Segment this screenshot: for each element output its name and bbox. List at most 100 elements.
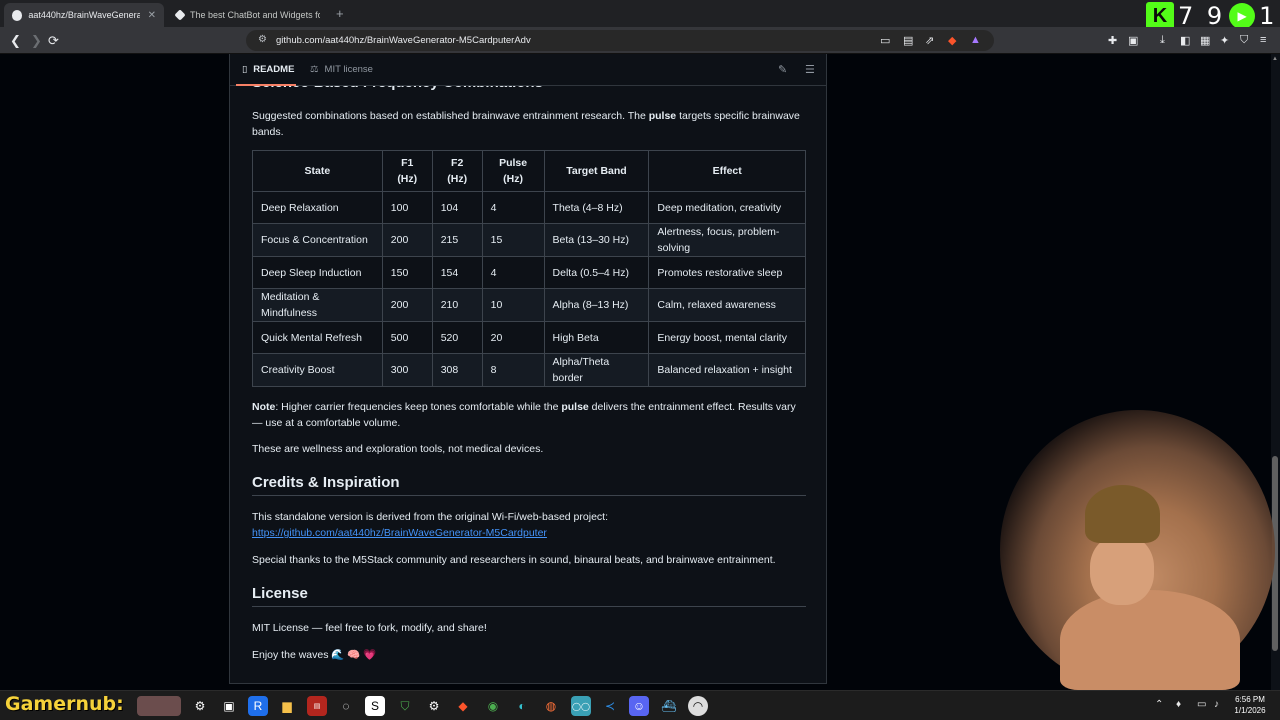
cell-f1: 300 xyxy=(381,353,433,387)
outline-list-icon[interactable]: ☰ xyxy=(805,63,815,76)
license-paragraph: MIT License — feel free to fork, modify,… xyxy=(252,622,487,634)
edit-pencil-icon[interactable]: ✎ xyxy=(778,63,787,76)
app-icon[interactable]: ◠ xyxy=(688,696,708,716)
disclaimer-paragraph: These are wellness and exploration tools… xyxy=(252,443,544,455)
note-text: : Higher carrier frequencies keep tones … xyxy=(275,401,562,413)
cell-f2: 520 xyxy=(431,321,483,354)
table-row: Meditation & Mindfulness 200 210 10 Alph… xyxy=(252,288,806,322)
browser-toolbar: ❮ ❯ ⟳ ☐ ⚙ github.com/aat440hz/BrainWaveG… xyxy=(0,27,1280,54)
app-icon[interactable]: ▣ xyxy=(219,696,239,716)
cell-f1: 100 xyxy=(381,191,433,224)
sidebar-icon[interactable]: ◧ xyxy=(1180,34,1190,47)
edge-icon[interactable]: ◐ xyxy=(512,696,532,716)
steam-icon[interactable]: ⛴ xyxy=(659,696,679,716)
reader-icon[interactable]: ▤ xyxy=(903,34,913,47)
column-header: Effect xyxy=(648,150,806,192)
cell-band: Alpha (8–13 Hz) xyxy=(543,288,650,322)
scroll-up-arrow-icon[interactable]: ▲ xyxy=(1272,56,1278,62)
close-icon[interactable]: ✕ xyxy=(148,10,156,21)
credits-heading: Credits & Inspiration xyxy=(252,474,806,496)
cell-f1: 500 xyxy=(381,321,433,354)
cell-f1: 150 xyxy=(381,256,433,289)
cell-band: High Beta xyxy=(543,321,650,354)
download-icon[interactable]: ⤓ xyxy=(1160,34,1165,47)
reload-icon[interactable]: ⟳ xyxy=(48,33,59,49)
webcam-person-face xyxy=(1090,535,1154,605)
brave-rewards-icon[interactable]: ▲ xyxy=(970,34,981,46)
vpn-icon[interactable]: ⛉ xyxy=(1240,34,1248,47)
tab-chatbot[interactable]: The best ChatBot and Widgets for Ki xyxy=(168,3,328,27)
cast-icon[interactable]: ▭ xyxy=(880,34,890,47)
webcam-person-hat xyxy=(1085,485,1160,543)
back-icon[interactable]: ❮ xyxy=(10,33,21,49)
cell-state: Quick Mental Refresh xyxy=(252,321,383,354)
page-scrollbar[interactable]: ▲ xyxy=(1271,54,1280,690)
menu-icon[interactable]: ≡ xyxy=(1260,34,1266,46)
tab-readme[interactable]: ▯ README xyxy=(242,64,294,75)
note-bold: pulse xyxy=(561,401,589,413)
cell-band: Theta (4–8 Hz) xyxy=(543,191,650,224)
forward-icon[interactable]: ❯ xyxy=(31,33,42,49)
app-icon[interactable]: ◯◯ xyxy=(571,696,591,716)
brave-shield-icon[interactable]: ◆ xyxy=(948,34,956,47)
cell-effect: Balanced relaxation + insight xyxy=(648,353,806,387)
scale-icon: ⚖ xyxy=(310,64,319,75)
screenshot-icon[interactable]: ▣ xyxy=(1128,34,1138,47)
extensions-icon[interactable]: ✚ xyxy=(1108,34,1117,47)
wallet-icon[interactable]: ▦ xyxy=(1200,34,1210,47)
cell-state: Meditation & Mindfulness xyxy=(252,288,383,322)
volume-icon[interactable]: ♪ xyxy=(1214,699,1219,710)
share-icon[interactable]: ⇗ xyxy=(925,34,934,47)
tab-github-repo[interactable]: aat440hz/BrainWaveGenerator-M ✕ xyxy=(4,3,164,27)
tray-chevron-icon[interactable]: ⌃ xyxy=(1155,699,1163,710)
url-text: github.com/aat440hz/BrainWaveGenerator-M… xyxy=(276,35,531,46)
kick-logo-icon: K xyxy=(1146,2,1174,30)
chrome-icon[interactable]: ◉ xyxy=(483,696,503,716)
credits-text: This standalone version is derived from … xyxy=(252,511,608,523)
leo-icon[interactable]: ✦ xyxy=(1220,34,1229,47)
table-row: Deep Relaxation 100 104 4 Theta (4–8 Hz)… xyxy=(252,191,806,224)
cell-f1: 200 xyxy=(381,223,433,257)
system-clock[interactable]: 6:56 PM 1/1/2026 xyxy=(1225,694,1275,716)
app-icon[interactable]: ⛉ xyxy=(395,696,415,716)
tab-license[interactable]: ⚖ MIT license xyxy=(310,64,373,75)
new-tab-button[interactable]: + xyxy=(336,6,344,21)
table-row: Deep Sleep Induction 150 154 4 Delta (0.… xyxy=(252,256,806,289)
tab-license-label: MIT license xyxy=(324,64,373,75)
microphone-icon[interactable]: ♦ xyxy=(1176,699,1181,710)
discord-icon[interactable]: ☺ xyxy=(629,696,649,716)
column-header: State xyxy=(252,150,383,192)
cell-band: Delta (0.5–4 Hz) xyxy=(543,256,650,289)
column-header: F1 (Hz) xyxy=(381,150,433,192)
cell-f2: 154 xyxy=(431,256,483,289)
app-icon[interactable]: S xyxy=(365,696,385,716)
cell-state: Deep Relaxation xyxy=(252,191,383,224)
file-explorer-icon[interactable]: ▆ xyxy=(277,696,297,716)
streamer-name: Gamernub: xyxy=(5,693,124,715)
brave-icon[interactable]: ◆ xyxy=(453,696,473,716)
app-icon[interactable]: ⚙ xyxy=(190,696,210,716)
credits-paragraph: This standalone version is derived from … xyxy=(252,509,806,541)
column-header: Target Band xyxy=(543,150,650,192)
license-heading: License xyxy=(252,585,806,607)
tab-readme-label: README xyxy=(253,64,295,75)
site-info-icon[interactable]: ⚙ xyxy=(258,34,267,45)
firefox-icon[interactable]: ◍ xyxy=(541,696,561,716)
app-icon[interactable]: ⚙ xyxy=(424,696,444,716)
original-project-link[interactable]: https://github.com/aat440hz/BrainWaveGen… xyxy=(252,527,547,539)
diamond-icon xyxy=(174,9,186,21)
network-icon[interactable]: ▭ xyxy=(1197,699,1206,710)
app-icon[interactable]: ▤ xyxy=(307,696,327,716)
vscode-icon[interactable]: ≺ xyxy=(600,696,620,716)
play-icon: ▶ xyxy=(1229,3,1256,29)
intro-paragraph: Suggested combinations based on establis… xyxy=(252,108,806,140)
enjoy-paragraph: Enjoy the waves 🌊 🧠 💗 xyxy=(252,649,377,661)
cell-state: Focus & Concentration xyxy=(252,223,383,257)
cell-band: Alpha/Theta border xyxy=(543,353,650,387)
cell-f2: 308 xyxy=(431,353,483,387)
app-icon[interactable]: R xyxy=(248,696,268,716)
github-icon xyxy=(12,9,23,21)
book-icon: ▯ xyxy=(242,64,248,75)
app-icon[interactable]: ◌ xyxy=(336,696,356,716)
browser-tab-strip: aat440hz/BrainWaveGenerator-M ✕ The best… xyxy=(0,0,1280,30)
